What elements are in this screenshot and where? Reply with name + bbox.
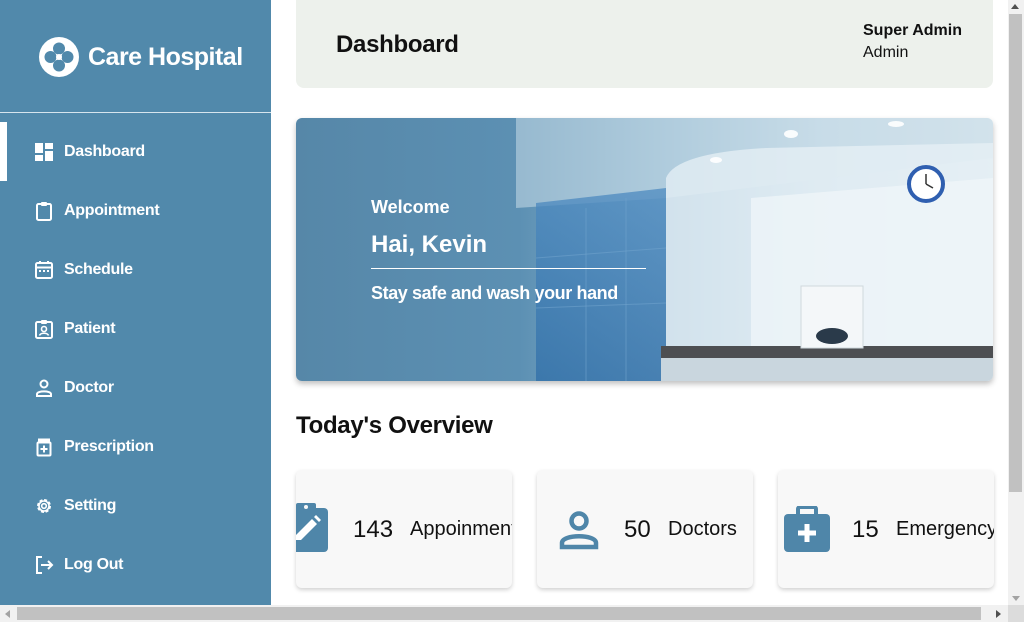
sidebar: Care Hospital Dashboard Appointment Sche…	[0, 0, 271, 605]
emergency-label: Emergency	[896, 518, 994, 540]
sidebar-nav: Dashboard Appointment Schedule Patient D…	[0, 122, 271, 594]
page-title: Dashboard	[336, 31, 459, 58]
scroll-up-icon[interactable]	[1011, 4, 1019, 9]
scroll-left-icon[interactable]	[5, 610, 10, 618]
user-role: Admin	[863, 44, 909, 61]
sidebar-item-label: Prescription	[64, 437, 154, 455]
emergency-card[interactable]: 15 Emergency	[778, 470, 994, 588]
brand-name: Care Hospital	[88, 42, 243, 71]
logout-icon	[34, 555, 54, 575]
welcome-text: Welcome	[371, 197, 450, 217]
sidebar-item-schedule[interactable]: Schedule	[0, 240, 271, 299]
calendar-icon	[34, 260, 54, 280]
hospital-logo-icon	[39, 37, 79, 77]
appointment-count: 143	[353, 516, 394, 543]
sidebar-item-label: Patient	[64, 319, 116, 337]
tagline-text: Stay safe and wash your hand	[371, 283, 618, 303]
vertical-scroll-thumb[interactable]	[1009, 14, 1022, 492]
sidebar-item-label: Doctor	[64, 378, 114, 396]
sidebar-item-doctor[interactable]: Doctor	[0, 358, 271, 417]
appointment-card[interactable]: 143 Appoinment	[296, 470, 512, 588]
sidebar-item-appointment[interactable]: Appointment	[0, 181, 271, 240]
top-header: Dashboard Super Admin Admin	[296, 0, 993, 88]
main-content: Dashboard Super Admin Admin Welcome Hai,…	[271, 0, 1008, 605]
person-icon	[559, 510, 599, 555]
sidebar-item-prescription[interactable]: Prescription	[0, 417, 271, 476]
overview-title: Today's Overview	[296, 412, 493, 439]
sidebar-item-label: Dashboard	[64, 142, 145, 160]
doctors-card[interactable]: 50 Doctors	[537, 470, 753, 588]
sidebar-item-label: Log Out	[64, 555, 124, 573]
welcome-banner: Welcome Hai, Kevin Stay safe and wash yo…	[296, 118, 993, 381]
sidebar-item-dashboard[interactable]: Dashboard	[0, 122, 271, 181]
emergency-count: 15	[852, 516, 879, 543]
gear-icon	[34, 496, 54, 516]
brand[interactable]: Care Hospital	[39, 37, 243, 77]
sidebar-item-label: Schedule	[64, 260, 133, 278]
vertical-scrollbar[interactable]	[1008, 0, 1024, 605]
sidebar-item-logout[interactable]: Log Out	[0, 535, 271, 594]
user-name[interactable]: Super Admin	[863, 22, 962, 40]
sidebar-divider	[0, 112, 271, 113]
hero-divider	[371, 268, 646, 269]
medical-kit-icon	[783, 505, 831, 557]
sidebar-item-patient[interactable]: Patient	[0, 299, 271, 358]
scroll-right-icon[interactable]	[996, 610, 1001, 618]
clipboard-edit-icon	[296, 502, 330, 557]
sidebar-item-label: Setting	[64, 496, 117, 514]
doctors-label: Doctors	[668, 518, 737, 540]
doctors-count: 50	[624, 516, 651, 543]
sidebar-item-label: Appointment	[64, 201, 160, 219]
scroll-down-icon[interactable]	[1012, 596, 1020, 601]
appointment-label: Appoinment	[410, 518, 512, 540]
sidebar-item-setting[interactable]: Setting	[0, 476, 271, 535]
scrollbar-corner	[1008, 605, 1024, 622]
patient-badge-icon	[34, 319, 54, 339]
dashboard-icon	[34, 142, 54, 162]
horizontal-scrollbar[interactable]	[0, 605, 1008, 622]
greeting-text: Hai, Kevin	[371, 231, 488, 258]
medicine-icon	[34, 437, 54, 457]
clipboard-icon	[34, 201, 54, 221]
person-icon	[34, 378, 54, 398]
horizontal-scroll-thumb[interactable]	[17, 607, 981, 620]
